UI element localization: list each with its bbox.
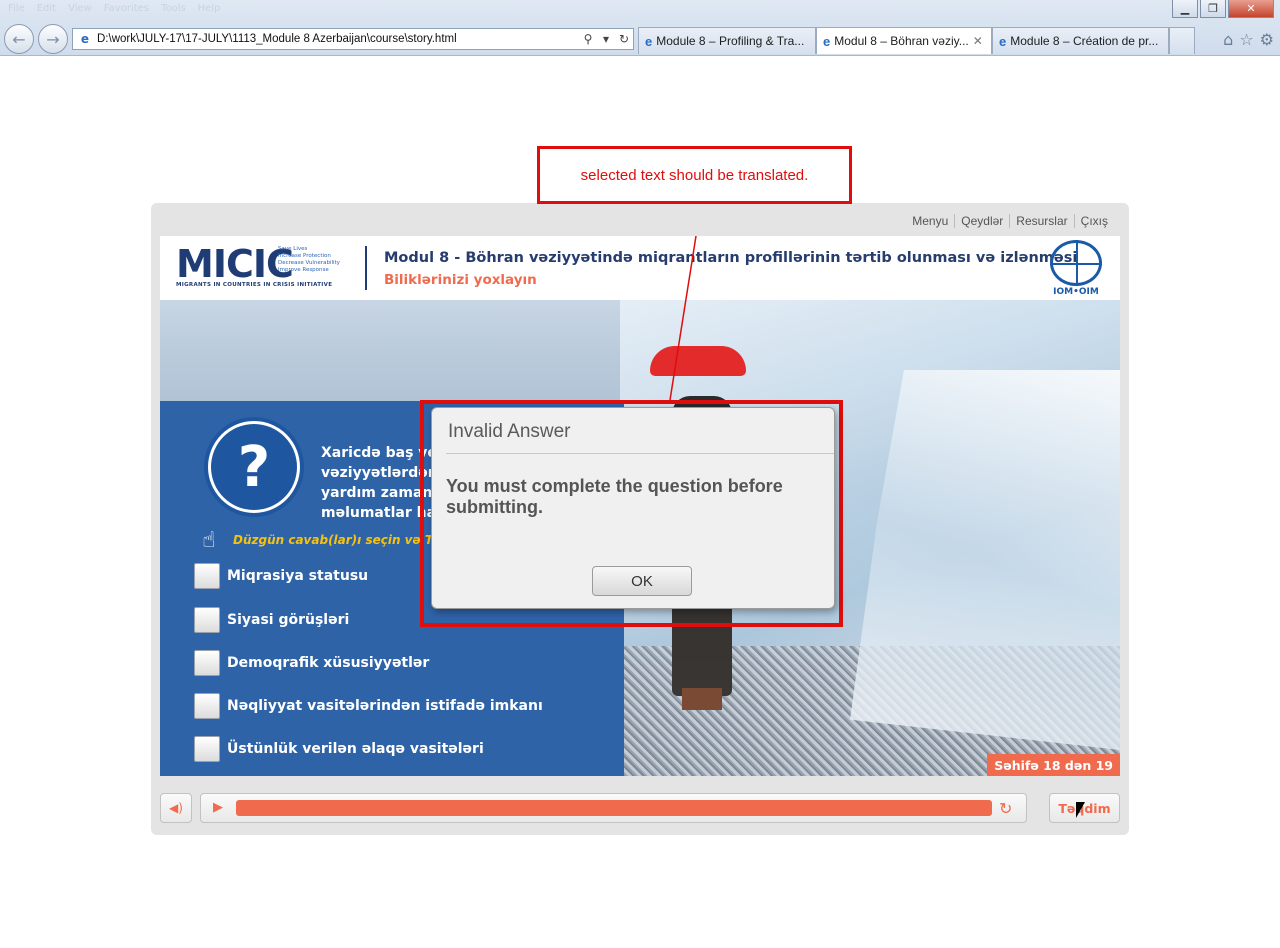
- new-tab-button[interactable]: [1169, 27, 1195, 54]
- favorites-star-icon[interactable]: ☆: [1239, 30, 1253, 49]
- gear-icon[interactable]: ⚙: [1260, 30, 1274, 49]
- person-legs: [682, 688, 722, 710]
- ie-page-icon: e: [80, 32, 90, 46]
- menu-item-favorites[interactable]: Favorites: [104, 3, 149, 14]
- notes-link[interactable]: Qeydlər: [954, 214, 1009, 228]
- module-subtitle: Biliklərinizi yoxlayın: [384, 272, 537, 288]
- micic-logo: MICIC: [176, 242, 294, 286]
- tab-bohran[interactable]: e Modul 8 – Böhran vəziy... ✕: [816, 27, 992, 54]
- tagline-line: Increase Protection: [278, 253, 331, 259]
- menu-item-edit[interactable]: Edit: [37, 3, 56, 14]
- dropdown-icon[interactable]: ▾: [597, 30, 615, 48]
- annotation-callout: selected text should be translated.: [537, 146, 852, 204]
- tab-profiling[interactable]: e Module 8 – Profiling & Tra...: [638, 27, 816, 54]
- tab-creation[interactable]: e Module 8 – Création de pr...: [992, 27, 1169, 54]
- menu-item-view[interactable]: View: [68, 3, 92, 14]
- dialog-divider: [446, 453, 834, 454]
- player-top-links: Menyu Qeydlər Resurslar Çıxış: [906, 214, 1114, 228]
- resources-link[interactable]: Resurslar: [1009, 214, 1073, 228]
- iom-logo: IOM•OIM: [1048, 240, 1104, 298]
- dialog-message: You must complete the question before su…: [446, 476, 783, 517]
- option-checkbox[interactable]: [194, 607, 220, 633]
- option-checkbox[interactable]: [194, 563, 220, 589]
- tagline-line: Decrease Vulnerability: [278, 260, 340, 266]
- header-divider: [365, 246, 367, 290]
- option-label: Üstünlük verilən əlaqə vasitələri: [227, 741, 484, 757]
- module-title: Modul 8 - Böhran vəziyyətində miqrantlar…: [384, 250, 1078, 266]
- option-label: Siyasi görüşləri: [227, 612, 350, 628]
- callout-text: selected text should be translated.: [580, 166, 809, 184]
- forward-button[interactable]: →: [38, 24, 68, 54]
- seek-bar[interactable]: [236, 800, 992, 816]
- option-label: Miqrasiya statusu: [227, 568, 369, 584]
- window-controls: ▁ ❐ ✕: [1172, 0, 1274, 18]
- pointer-hand-icon: ☝: [202, 527, 216, 553]
- option-5[interactable]: Üstünlük verilən əlaqə vasitələri: [194, 736, 484, 762]
- ie-tab-icon: e: [823, 33, 831, 49]
- menu-item-file[interactable]: File: [8, 3, 25, 14]
- slide-header: MICIC Save Lives Increase Protection Dec…: [160, 236, 1120, 300]
- question-mark-icon: ?: [211, 424, 297, 510]
- tab-label: Modul 8 – Böhran vəziy...: [834, 34, 969, 48]
- tab-label: Module 8 – Création de pr...: [1010, 34, 1159, 48]
- browser-toolbar: File Edit View Favorites Tools Help ▁ ❐ …: [0, 0, 1280, 56]
- volume-button[interactable]: ◀): [160, 793, 192, 823]
- refresh-icon[interactable]: ↻: [615, 30, 633, 48]
- globe-icon: [1050, 240, 1102, 286]
- micic-subtitle: MIGRANTS IN COUNTRIES IN CRISIS INITIATI…: [176, 282, 333, 288]
- micic-tagline: Save Lives Increase Protection Decrease …: [278, 246, 348, 274]
- question-icon: ?: [204, 417, 304, 517]
- tab-label: Module 8 – Profiling & Tra...: [656, 34, 805, 48]
- back-button[interactable]: ←: [4, 24, 34, 54]
- iom-label: IOM•OIM: [1053, 287, 1099, 297]
- option-2[interactable]: Siyasi görüşləri: [194, 607, 349, 633]
- playback-bar: ▶ ↻: [200, 793, 1027, 823]
- instruction-text: Düzgün cavab(lar)ı seçin və Təq: [233, 533, 450, 547]
- option-1[interactable]: Miqrasiya statusu: [194, 563, 368, 589]
- address-url[interactable]: D:\work\JULY-17\17-JULY\1113_Module 8 Az…: [97, 33, 579, 45]
- menu-link[interactable]: Menyu: [906, 214, 954, 228]
- exit-link[interactable]: Çıxış: [1073, 214, 1114, 228]
- ok-button[interactable]: OK: [592, 566, 692, 596]
- page-indicator: Səhifə 18 dən 19: [987, 754, 1120, 776]
- option-label: Nəqliyyat vasitələrindən istifadə imkanı: [227, 698, 543, 714]
- close-tab-icon[interactable]: ✕: [973, 34, 983, 48]
- ie-tab-icon: e: [645, 33, 653, 49]
- replay-icon[interactable]: ↻: [999, 799, 1012, 818]
- option-checkbox[interactable]: [194, 736, 220, 762]
- seek-progress: [236, 800, 992, 816]
- red-bowl: [650, 346, 746, 376]
- address-bar[interactable]: e D:\work\JULY-17\17-JULY\1113_Module 8 …: [72, 28, 634, 50]
- menu-item-tools[interactable]: Tools: [161, 3, 186, 14]
- option-checkbox[interactable]: [194, 693, 220, 719]
- dialog-title: Invalid Answer: [448, 421, 571, 442]
- play-icon[interactable]: ▶: [213, 800, 223, 815]
- option-label: Demoqrafik xüsusiyyətlər: [227, 655, 430, 671]
- back-icon: ←: [12, 29, 26, 49]
- close-window-button[interactable]: ✕: [1228, 0, 1274, 18]
- speaker-icon: ◀): [169, 801, 183, 815]
- menu-item-help[interactable]: Help: [198, 3, 221, 14]
- home-icon[interactable]: ⌂: [1223, 30, 1233, 49]
- ie-tab-icon: e: [999, 33, 1007, 49]
- tagline-line: Save Lives: [278, 246, 308, 252]
- menu-bar: File Edit View Favorites Tools Help: [8, 3, 220, 14]
- option-3[interactable]: Demoqrafik xüsusiyyətlər: [194, 650, 429, 676]
- forward-icon: →: [46, 29, 60, 49]
- search-icon[interactable]: ⚲: [579, 30, 597, 48]
- minimize-button[interactable]: ▁: [1172, 0, 1198, 18]
- restore-button[interactable]: ❐: [1200, 0, 1226, 18]
- tagline-line: Improve Response: [278, 267, 329, 273]
- option-4[interactable]: Nəqliyyat vasitələrindən istifadə imkanı: [194, 693, 543, 719]
- option-checkbox[interactable]: [194, 650, 220, 676]
- browser-right-icons: ⌂ ☆ ⚙: [1223, 30, 1274, 49]
- invalid-answer-dialog: Invalid Answer You must complete the que…: [431, 407, 835, 609]
